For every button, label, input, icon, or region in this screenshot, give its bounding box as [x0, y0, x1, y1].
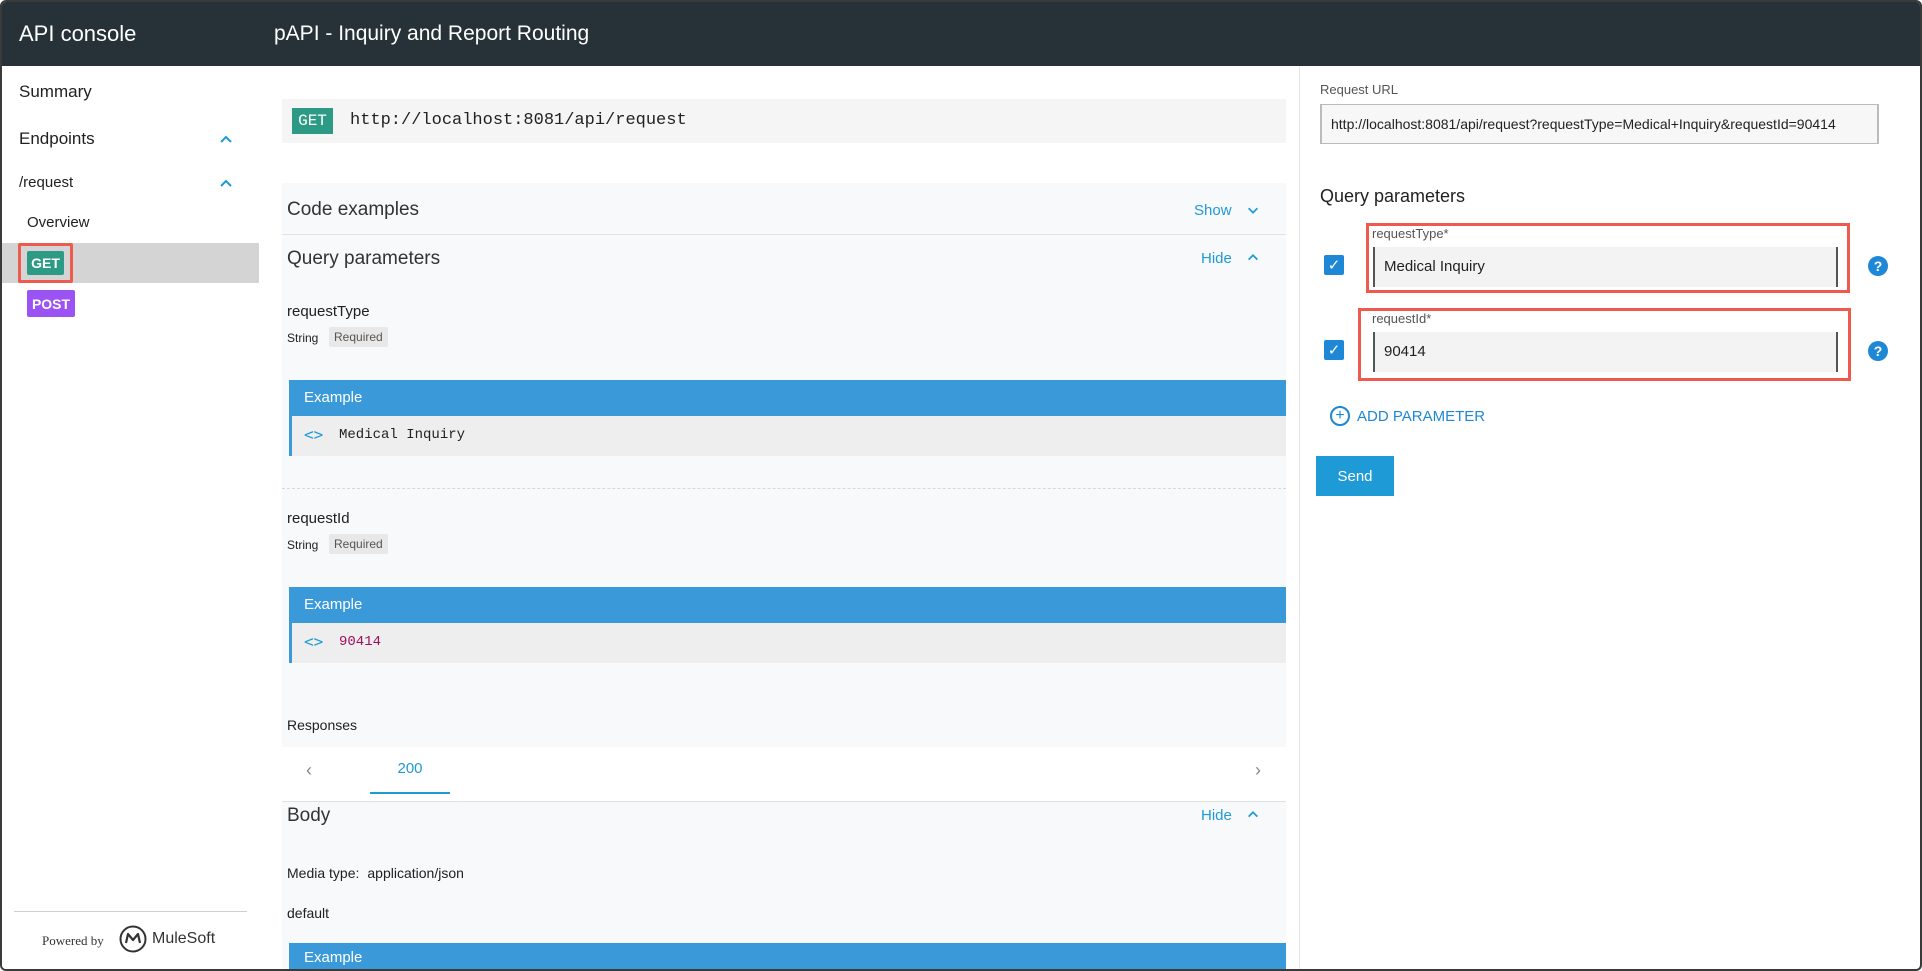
help-icon[interactable]: ? [1868, 341, 1888, 361]
request-url-field[interactable]: http://localhost:8081/api/request?reques… [1320, 104, 1879, 144]
sidebar-item-endpoints[interactable]: Endpoints [19, 129, 95, 149]
toggle-label: Hide [1201, 807, 1232, 824]
param-type: String [287, 331, 319, 345]
example-header: Example [289, 943, 1286, 969]
chevron-left-icon[interactable]: ‹ [306, 760, 312, 781]
sidebar: Summary Endpoints /request Overview GET … [2, 66, 259, 969]
toggle-label: Hide [1201, 250, 1232, 267]
example-value: Medical Inquiry [339, 427, 466, 443]
powered-by-text: Powered by [42, 933, 104, 948]
media-type: Media type: application/json [287, 865, 464, 881]
documentation-panel [282, 183, 1286, 969]
tab-200[interactable]: 200 [370, 760, 450, 777]
body-hide-button[interactable]: Hide [1201, 807, 1260, 824]
param-name: requestId [287, 510, 350, 527]
sidebar-divider [14, 911, 247, 912]
param-enabled-checkbox[interactable]: ✓ [1324, 340, 1344, 360]
param-type: String [287, 538, 319, 552]
field-label: requestType* [1372, 226, 1449, 241]
toggle-label: Show [1194, 202, 1232, 219]
send-button[interactable]: Send [1316, 456, 1394, 496]
section-divider [282, 234, 1286, 235]
chevron-down-icon [1247, 207, 1258, 214]
body-title: Body [287, 805, 331, 826]
api-title: pAPI - Inquiry and Report Routing [274, 22, 590, 45]
app-title: API console [19, 21, 137, 46]
api-console-window: API console pAPI - Inquiry and Report Ro… [0, 0, 1922, 971]
method-badge-post[interactable]: POST [27, 290, 75, 317]
add-parameter-label: ADD PARAMETER [1357, 407, 1486, 425]
param-separator [282, 488, 1286, 489]
responses-label: Responses [287, 717, 358, 733]
query-params-hide-button[interactable]: Hide [1201, 250, 1260, 267]
media-type-label: Media type: [287, 865, 360, 881]
code-icon: <> [304, 425, 324, 444]
body-default-label: default [287, 905, 330, 921]
param-name: requestType [287, 303, 370, 320]
add-circle-icon: + [1330, 406, 1350, 426]
example-header: Example [289, 380, 1286, 416]
help-icon[interactable]: ? [1868, 256, 1888, 276]
request-type-input[interactable]: Medical Inquiry [1373, 247, 1838, 287]
sidebar-item-overview[interactable]: Overview [27, 214, 90, 231]
endpoint-url: http://localhost:8081/api/request [350, 111, 687, 130]
tab-indicator [370, 792, 450, 794]
app-header: API console pAPI - Inquiry and Report Ro… [2, 2, 1920, 66]
chevron-right-icon[interactable]: › [1255, 760, 1261, 781]
required-badge: Required [329, 327, 388, 347]
code-examples-show-button[interactable]: Show [1194, 202, 1260, 219]
example-header: Example [289, 587, 1286, 623]
add-parameter-button[interactable]: + ADD PARAMETER [1330, 406, 1485, 426]
chevron-up-icon[interactable] [218, 175, 234, 191]
query-params-title: Query parameters [287, 248, 441, 269]
try-it-panel: Request URL http://localhost:8081/api/re… [1299, 66, 1920, 969]
request-url-label: Request URL [1320, 82, 1399, 97]
chevron-up-icon [1248, 811, 1259, 818]
query-params-title: Query parameters [1320, 186, 1466, 206]
chevron-up-icon [1248, 254, 1259, 261]
code-icon: <> [304, 632, 324, 651]
example-value: 90414 [339, 634, 382, 650]
mulesoft-logo-icon [119, 925, 147, 953]
sidebar-item-request[interactable]: /request [19, 174, 73, 191]
code-examples-title: Code examples [287, 199, 420, 220]
mulesoft-brand: MuleSoft [152, 930, 216, 947]
url-method-badge: GET [292, 108, 333, 134]
required-badge: Required [329, 534, 388, 554]
request-id-input[interactable]: 90414 [1373, 332, 1838, 372]
chevron-up-icon[interactable] [218, 131, 234, 147]
sidebar-item-summary[interactable]: Summary [19, 82, 92, 102]
example-body [289, 623, 1286, 663]
param-enabled-checkbox[interactable]: ✓ [1324, 255, 1344, 275]
method-badge-get[interactable]: GET [27, 251, 64, 275]
field-label: requestId* [1372, 311, 1432, 326]
check-icon: ✓ [1327, 257, 1341, 274]
main-content: GET http://localhost:8081/api/request Co… [259, 66, 1299, 969]
media-type-value: application/json [367, 865, 464, 881]
check-icon: ✓ [1327, 342, 1341, 359]
